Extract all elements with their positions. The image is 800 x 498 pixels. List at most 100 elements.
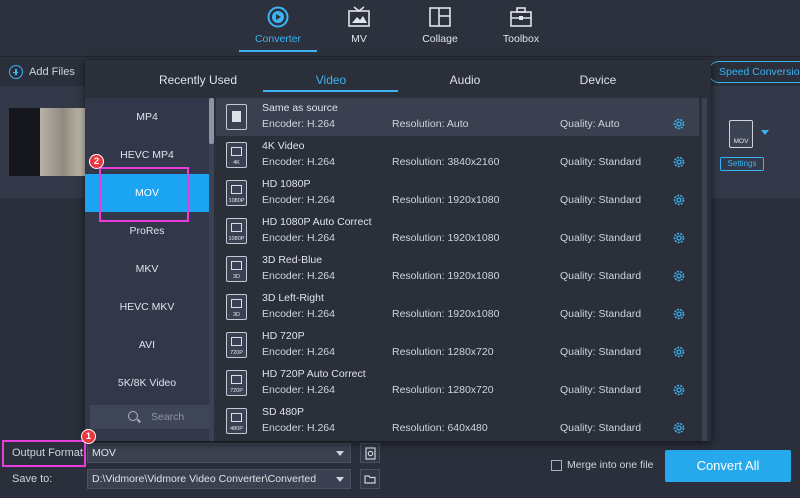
- highlight-mov-box: [99, 167, 189, 222]
- preset-list-scrollbar[interactable]: [702, 98, 707, 441]
- preset-name: HD 720P: [262, 330, 305, 342]
- save-to-path-field[interactable]: D:\Vidmore\Vidmore Video Converter\Conve…: [87, 469, 351, 489]
- tab-device[interactable]: Device: [538, 73, 658, 87]
- nav-label-collage: Collage: [422, 33, 458, 45]
- preset-row[interactable]: 720P HD 720P Auto Correct Encoder: H.264…: [216, 364, 699, 402]
- format-item-avi[interactable]: AVI: [85, 326, 209, 364]
- gear-icon[interactable]: [672, 193, 686, 207]
- preset-name: HD 720P Auto Correct: [262, 368, 366, 380]
- preset-encoder: Encoder: H.264: [262, 232, 335, 244]
- preset-quality: Quality: Auto: [560, 118, 620, 130]
- chevron-down-icon: [336, 477, 344, 482]
- preset-name: 3D Left-Right: [262, 292, 324, 304]
- format-item-5k-8k[interactable]: 5K/8K Video: [85, 364, 209, 402]
- nav-tab-converter[interactable]: Converter: [238, 0, 318, 56]
- preset-row[interactable]: 1080P HD 1080P Encoder: H.264 Resolution…: [216, 174, 699, 212]
- preset-row[interactable]: 3D 3D Red-Blue Encoder: H.264 Resolution…: [216, 250, 699, 288]
- preset-resolution: Resolution: 1920x1080: [392, 232, 500, 244]
- nav-tab-mv[interactable]: MV: [319, 0, 399, 56]
- add-files-button[interactable]: Add Files: [9, 63, 75, 81]
- output-format-select[interactable]: MOV: [87, 443, 351, 463]
- gear-icon[interactable]: [672, 345, 686, 359]
- video-format-icon: 1080P: [226, 180, 247, 206]
- open-folder-button[interactable]: [360, 469, 380, 489]
- resolution-badge: 720P: [230, 350, 243, 356]
- format-list: MP4 HEVC MP4 MOV ProRes MKV HEVC MKV AVI…: [85, 98, 212, 441]
- gear-icon[interactable]: [672, 231, 686, 245]
- preset-quality: Quality: Standard: [560, 308, 642, 320]
- same-as-source-icon: [226, 104, 247, 130]
- format-item-mp4[interactable]: MP4: [85, 98, 209, 136]
- preset-name: HD 1080P Auto Correct: [262, 216, 372, 228]
- format-list-scrollbar[interactable]: [209, 98, 214, 441]
- gear-icon[interactable]: [672, 117, 686, 131]
- save-to-label: Save to:: [12, 473, 53, 485]
- preset-resolution: Resolution: Auto: [392, 118, 469, 130]
- 3d-cube-icon: 3D: [226, 294, 247, 320]
- output-settings-button[interactable]: [360, 443, 380, 463]
- tab-recently-used[interactable]: Recently Used: [138, 73, 258, 87]
- preset-resolution: Resolution: 1920x1080: [392, 194, 500, 206]
- collage-icon: [429, 7, 451, 27]
- video-thumbnail[interactable]: [9, 108, 87, 176]
- format-search-input[interactable]: Search: [90, 405, 212, 429]
- save-to-path-value: D:\Vidmore\Vidmore Video Converter\Conve…: [92, 473, 317, 485]
- mv-icon: [348, 6, 370, 27]
- merge-checkbox[interactable]: [551, 460, 562, 471]
- top-navigation: Converter MV Collage Toolbox: [0, 0, 800, 56]
- nav-tab-toolbox[interactable]: Toolbox: [481, 0, 561, 56]
- 3d-cube-icon: 3D: [226, 256, 247, 282]
- gear-icon: [365, 447, 376, 460]
- nav-tab-collage[interactable]: Collage: [400, 0, 480, 56]
- resolution-badge: 720P: [230, 388, 243, 394]
- preset-row[interactable]: 480P SD 480P Encoder: H.264 Resolution: …: [216, 402, 699, 440]
- preset-quality: Quality: Standard: [560, 194, 642, 206]
- speed-conversion-toggle[interactable]: Speed Conversion: [708, 61, 800, 83]
- preset-row[interactable]: Same as source Encoder: H.264 Resolution…: [216, 98, 699, 136]
- preset-encoder: Encoder: H.264: [262, 118, 335, 130]
- plus-circle-icon: [9, 65, 23, 79]
- gear-icon[interactable]: [672, 155, 686, 169]
- preset-name: 3D Red-Blue: [262, 254, 323, 266]
- convert-all-button[interactable]: Convert All: [665, 450, 791, 482]
- preset-encoder: Encoder: H.264: [262, 346, 335, 358]
- format-dropdown-arrow-icon[interactable]: [761, 130, 769, 135]
- highlight-output-format-box: [2, 440, 86, 467]
- settings-button[interactable]: Settings: [720, 157, 764, 171]
- resolution-badge: 480P: [230, 426, 243, 432]
- nav-label-converter: Converter: [254, 33, 302, 45]
- gear-icon[interactable]: [672, 307, 686, 321]
- preset-encoder: Encoder: H.264: [262, 422, 335, 434]
- preset-resolution: Resolution: 1280x720: [392, 346, 494, 358]
- scrollbar-thumb[interactable]: [209, 98, 214, 144]
- preset-quality: Quality: Standard: [560, 346, 642, 358]
- preset-row[interactable]: 720P HD 720P Encoder: H.264 Resolution: …: [216, 326, 699, 364]
- preset-name: 4K Video: [262, 140, 305, 152]
- tab-video[interactable]: Video: [271, 73, 391, 87]
- gear-icon[interactable]: [672, 269, 686, 283]
- preset-quality: Quality: Standard: [560, 384, 642, 396]
- output-format-icon[interactable]: MOV: [729, 120, 753, 148]
- preset-row[interactable]: 1080P HD 1080P Auto Correct Encoder: H.2…: [216, 212, 699, 250]
- gear-icon[interactable]: [672, 383, 686, 397]
- active-category-indicator: [263, 90, 398, 92]
- chevron-down-icon: [336, 451, 344, 456]
- folder-icon: [364, 475, 376, 484]
- format-item-hevc-mkv[interactable]: HEVC MKV: [85, 288, 209, 326]
- preset-resolution: Resolution: 640x480: [392, 422, 488, 434]
- format-item-mkv[interactable]: MKV: [85, 250, 209, 288]
- resolution-badge: 1080P: [228, 198, 245, 204]
- preset-quality: Quality: Standard: [560, 232, 642, 244]
- preset-row[interactable]: 3D 3D Left-Right Encoder: H.264 Resoluti…: [216, 288, 699, 326]
- add-files-label: Add Files: [29, 66, 75, 78]
- video-format-icon: 480P: [226, 408, 247, 434]
- preset-row[interactable]: 4K 4K Video Encoder: H.264 Resolution: 3…: [216, 136, 699, 174]
- gear-icon[interactable]: [672, 421, 686, 435]
- preset-encoder: Encoder: H.264: [262, 384, 335, 396]
- resolution-badge: 3D: [232, 274, 241, 280]
- preset-encoder: Encoder: H.264: [262, 270, 335, 282]
- resolution-badge: 3D: [232, 312, 241, 318]
- tab-audio[interactable]: Audio: [405, 73, 525, 87]
- resolution-badge: 4K: [233, 160, 240, 166]
- resolution-badge: 1080P: [228, 236, 245, 242]
